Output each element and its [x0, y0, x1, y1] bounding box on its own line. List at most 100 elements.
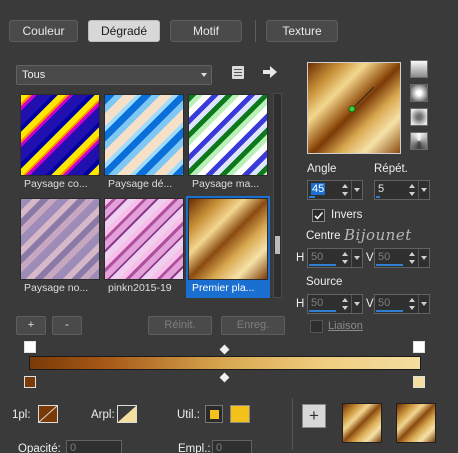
repeat-value: 5: [378, 183, 385, 195]
source-h-label: H: [296, 298, 305, 310]
source-v-label: V: [366, 298, 374, 310]
scrollbar-thumb[interactable]: [275, 236, 280, 254]
arrow-right-icon[interactable]: [262, 65, 278, 79]
background-label: Arpl:: [91, 409, 115, 421]
repeat-label: Répét.: [374, 163, 408, 175]
sunburst-style-icon[interactable]: [410, 132, 428, 150]
category-select-value: Tous: [22, 69, 46, 81]
source-v-value: 50: [378, 297, 391, 309]
center-label: Centre: [306, 230, 341, 242]
source-h-value: 50: [311, 297, 324, 309]
source-v-level-bar: [376, 310, 403, 312]
angle-level-bar: [309, 196, 315, 198]
gradient-thumbnail[interactable]: [188, 94, 268, 176]
center-v-label: V: [366, 252, 374, 264]
thumbnail-caption: Paysage ma...: [192, 178, 260, 190]
gradient-preview[interactable]: [307, 62, 401, 154]
gradient-thumbnail[interactable]: [104, 198, 184, 280]
tab-couleur[interactable]: Couleur: [9, 20, 78, 42]
chevron-down-icon[interactable]: [351, 181, 362, 199]
chevron-down-icon[interactable]: [418, 181, 429, 199]
location-label: Empl.:: [178, 443, 211, 453]
remove-gradient-button[interactable]: -: [52, 316, 82, 335]
invert-checkbox[interactable]: [312, 209, 325, 222]
spin-arrows-icon[interactable]: [340, 250, 350, 266]
location-value: 0: [216, 442, 223, 453]
center-v-value: 50: [378, 251, 391, 263]
source-h-level-bar: [309, 310, 336, 312]
thumbnail-caption: Premier pla...: [192, 282, 255, 294]
user-color-swatch[interactable]: [230, 405, 250, 423]
gradient-library-panel: Paysage co... Paysage dé... Paysage ma..…: [16, 90, 270, 302]
diagonal-icon: [118, 406, 136, 422]
divider: [292, 398, 293, 450]
radial-style-icon[interactable]: [410, 84, 428, 102]
opacity-label: Opacité:: [18, 443, 61, 453]
gradient-thumbnail-selected[interactable]: [188, 198, 268, 280]
spin-arrows-icon[interactable]: [407, 182, 417, 198]
chevron-down-icon[interactable]: [351, 295, 362, 313]
color-stop-left[interactable]: [24, 376, 36, 388]
center-v-level-bar: [376, 264, 403, 266]
library-scrollbar[interactable]: [273, 93, 282, 298]
color-stop-right[interactable]: [413, 376, 425, 388]
user-color-label: Util.:: [177, 409, 200, 421]
angle-handle-icon[interactable]: [308, 63, 400, 153]
add-swatch-button[interactable]: +: [302, 404, 326, 428]
color-midpoint[interactable]: [219, 372, 230, 383]
rectangular-style-icon[interactable]: [410, 108, 428, 126]
recent-gradient-swatch[interactable]: [342, 403, 382, 443]
center-v-stepper[interactable]: 50: [374, 248, 430, 268]
spin-arrows-icon[interactable]: [407, 250, 417, 266]
gradient-editor-bar[interactable]: [29, 356, 421, 370]
gradient-thumbnail[interactable]: [104, 94, 184, 176]
tab-degrade[interactable]: Dégradé: [88, 20, 160, 42]
user-color-dot: [210, 410, 219, 419]
repeat-stepper[interactable]: 5: [374, 180, 430, 200]
opacity-stepper[interactable]: 0: [66, 440, 122, 453]
foreground-label: 1pl:: [12, 409, 31, 421]
source-label: Source: [306, 276, 343, 288]
link-label: Liaison: [328, 320, 363, 332]
opacity-stop-left[interactable]: [24, 341, 36, 353]
category-select[interactable]: Tous: [16, 65, 212, 85]
opacity-value: 0: [70, 442, 77, 453]
linear-style-icon[interactable]: [410, 60, 428, 78]
center-h-stepper[interactable]: 50: [307, 248, 363, 268]
tab-motif[interactable]: Motif: [170, 20, 242, 42]
user-color-radio[interactable]: [205, 405, 223, 423]
center-h-value: 50: [311, 251, 324, 263]
angle-stepper[interactable]: 45: [307, 180, 363, 200]
thumbnail-caption: Paysage no...: [24, 282, 89, 294]
foreground-swatch[interactable]: [38, 405, 58, 423]
center-h-label: H: [296, 252, 305, 264]
chevron-down-icon: [201, 73, 207, 77]
spin-arrows-icon[interactable]: [407, 296, 417, 312]
reset-button[interactable]: Réinit.: [148, 316, 212, 335]
angle-label: Angle: [307, 163, 337, 175]
chevron-down-icon[interactable]: [418, 249, 429, 267]
add-gradient-button[interactable]: +: [16, 316, 46, 335]
opacity-midpoint[interactable]: [219, 344, 230, 355]
recent-gradient-swatch[interactable]: [396, 403, 436, 443]
tab-texture[interactable]: Texture: [266, 20, 338, 42]
link-checkbox[interactable]: [310, 320, 323, 333]
source-v-stepper[interactable]: 50: [374, 294, 430, 314]
document-icon[interactable]: [232, 66, 244, 79]
save-button[interactable]: Enreg.: [221, 316, 285, 335]
chevron-down-icon[interactable]: [351, 249, 362, 267]
source-h-stepper[interactable]: 50: [307, 294, 363, 314]
opacity-stop-right[interactable]: [413, 341, 425, 353]
center-h-level-bar: [309, 264, 336, 266]
background-swatch[interactable]: [117, 405, 137, 423]
thumbnail-caption: Paysage co...: [24, 178, 88, 190]
invert-label: Invers: [331, 209, 363, 221]
gradient-thumbnail[interactable]: [20, 94, 100, 176]
repeat-level-bar: [376, 196, 380, 198]
gradient-thumbnail[interactable]: [20, 198, 100, 280]
chevron-down-icon[interactable]: [418, 295, 429, 313]
spin-arrows-icon[interactable]: [340, 296, 350, 312]
location-stepper[interactable]: 0: [212, 440, 252, 453]
spin-arrows-icon[interactable]: [340, 182, 350, 198]
watermark-text: Bijounet: [344, 226, 412, 244]
